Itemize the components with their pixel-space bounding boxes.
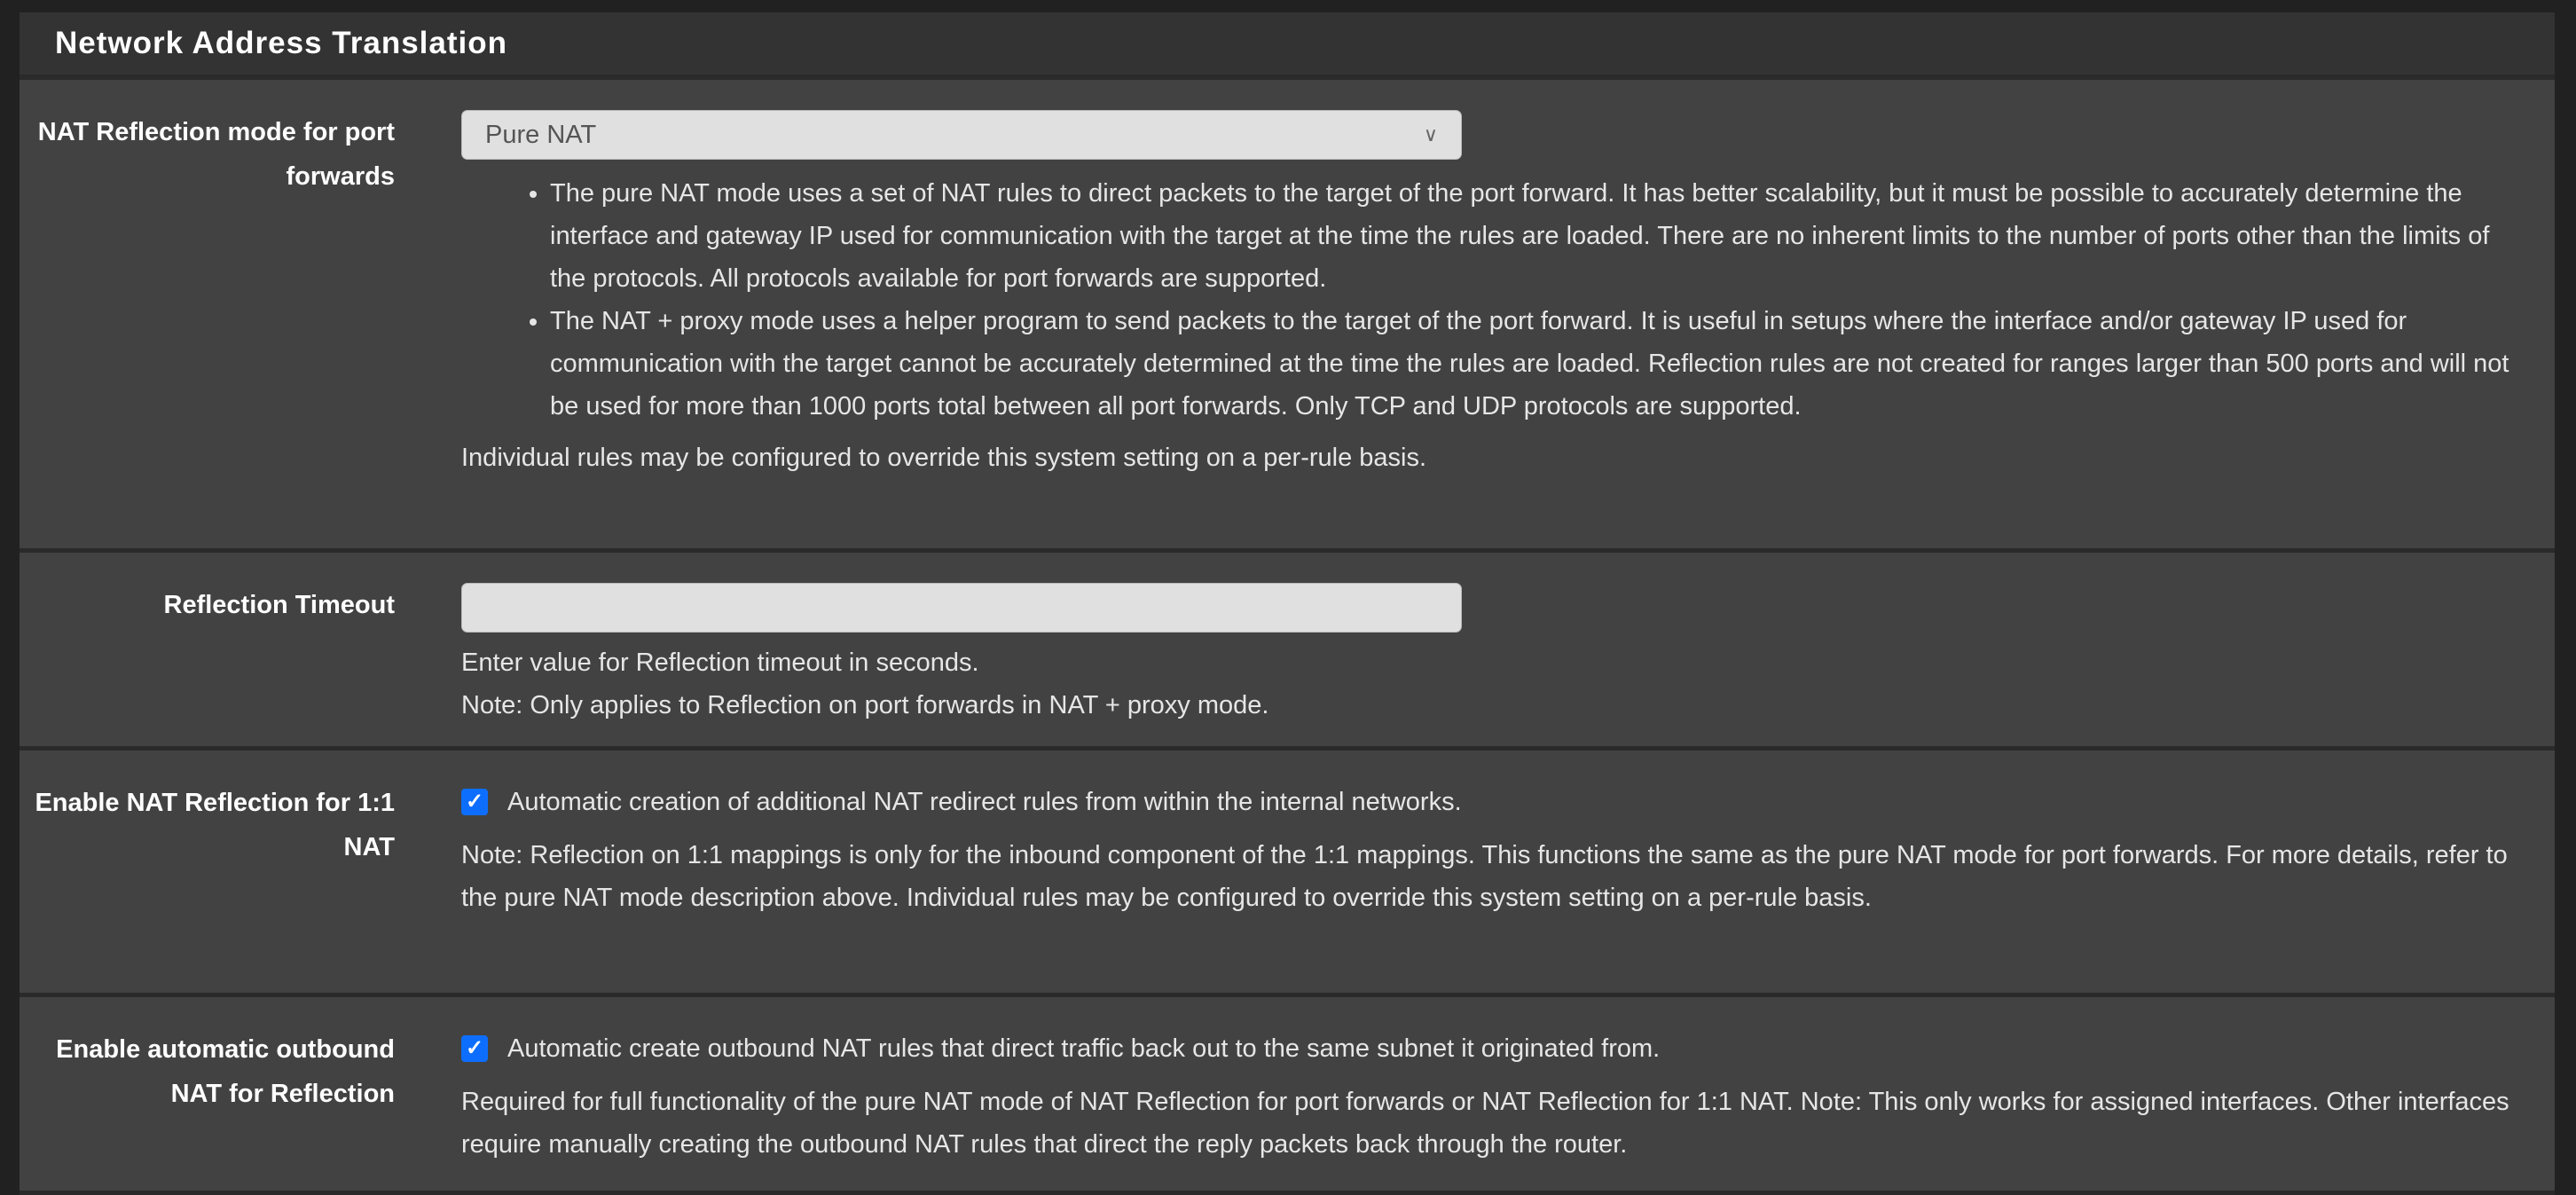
select-value: Pure NAT xyxy=(485,121,597,149)
reflection-1to1-checkbox[interactable]: ✓ xyxy=(461,789,488,815)
reflection-1to1-label: Enable NAT Reflection for 1:1 NAT xyxy=(35,789,395,861)
outbound-nat-label: Enable automatic outbound NAT for Reflec… xyxy=(56,1035,395,1108)
reflection-mode-label: NAT Reflection mode for port forwards xyxy=(37,118,395,191)
outbound-nat-checkbox[interactable]: ✓ xyxy=(461,1035,488,1062)
reflection-timeout-label: Reflection Timeout xyxy=(163,591,396,619)
chevron-down-icon: ∨ xyxy=(1423,123,1438,145)
row-outbound-nat: Enable automatic outbound NAT for Reflec… xyxy=(20,997,2555,1195)
reflection-1to1-checkbox-label[interactable]: Automatic creation of additional NAT red… xyxy=(507,781,1462,823)
outbound-nat-help: Required for full functionality of the p… xyxy=(461,1088,2509,1159)
row-reflection-1to1: Enable NAT Reflection for 1:1 NAT ✓ Auto… xyxy=(20,751,2555,997)
reflection-mode-help: Individual rules may be configured to ov… xyxy=(461,444,1427,472)
bullet-pure-nat: The pure NAT mode uses a set of NAT rule… xyxy=(550,172,2519,300)
reflection-1to1-help: Note: Reflection on 1:1 mappings is only… xyxy=(461,841,2508,912)
row-reflection-timeout: Reflection Timeout Enter value for Refle… xyxy=(20,553,2555,751)
reflection-mode-select[interactable]: Pure NAT ∨ xyxy=(461,110,1462,160)
reflection-timeout-note: Note: Only applies to Reflection on port… xyxy=(461,691,1269,719)
nat-panel: Network Address Translation NAT Reflecti… xyxy=(20,12,2555,1195)
bullet-nat-proxy: The NAT + proxy mode uses a helper progr… xyxy=(550,300,2519,428)
section-title: Network Address Translation xyxy=(20,12,2555,80)
row-reflection-mode: NAT Reflection mode for port forwards Pu… xyxy=(20,80,2555,553)
outbound-nat-checkbox-label[interactable]: Automatic create outbound NAT rules that… xyxy=(507,1027,1660,1070)
reflection-timeout-input[interactable] xyxy=(461,583,1462,633)
reflection-timeout-help: Enter value for Reflection timeout in se… xyxy=(461,649,979,677)
